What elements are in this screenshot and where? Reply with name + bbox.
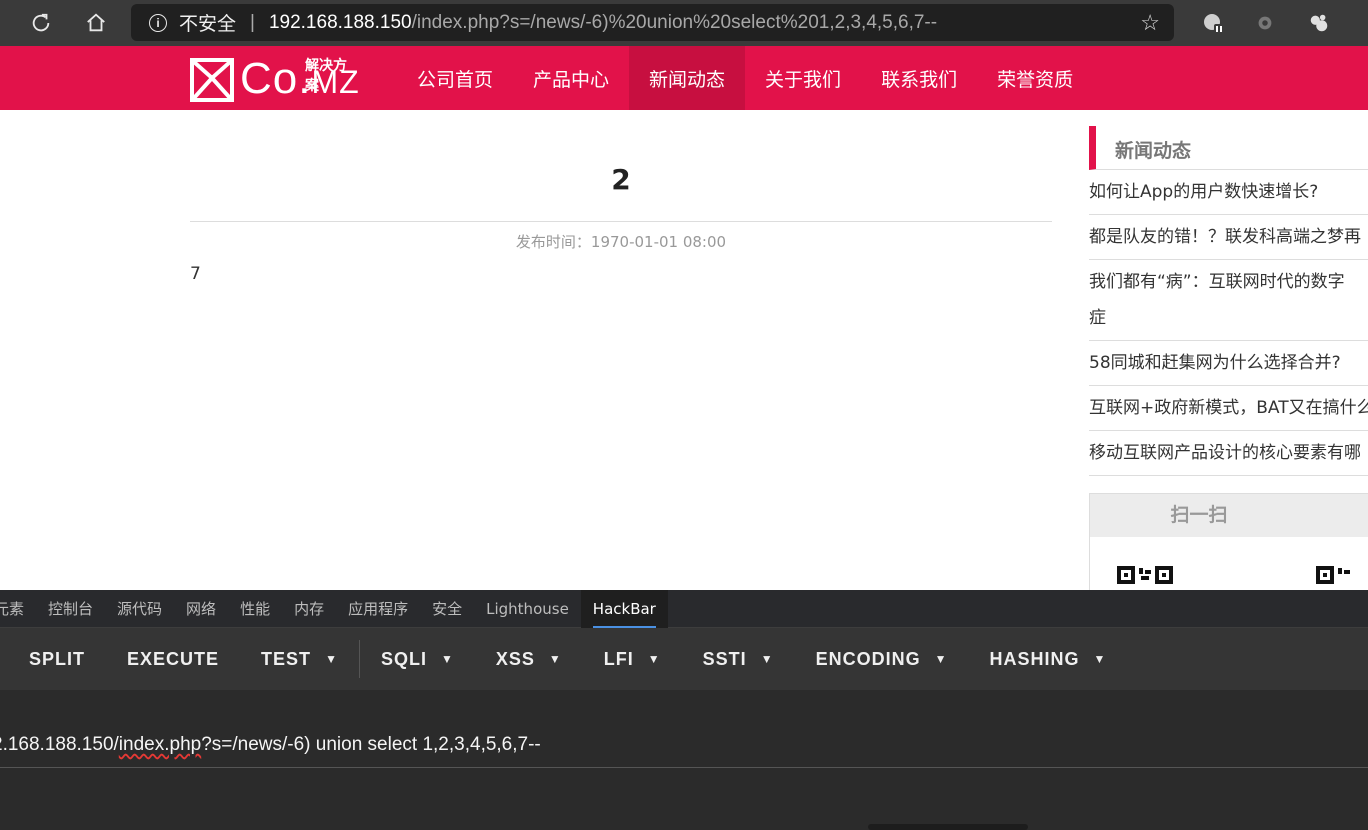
- address-bar[interactable]: i 不安全 | 192.168.188.150/index.php?s=/new…: [131, 4, 1174, 41]
- news-link[interactable]: 都是队友的错！？联发科高端之梦再: [1089, 215, 1368, 260]
- extension-bug-icon[interactable]: [1200, 10, 1226, 36]
- caret-down-icon: ▼: [325, 652, 338, 666]
- qr-code-image: [1117, 566, 1173, 590]
- tab-elements[interactable]: 元素: [0, 590, 36, 628]
- sqli-dropdown-button[interactable]: SQLI ▼: [360, 628, 475, 690]
- hackbar-toolbar: SPLIT EXECUTE TEST ▼ SQLI ▼ XSS ▼ LFI ▼ SSTI…: [0, 628, 1368, 690]
- qr-heading: 扫一扫: [1090, 494, 1368, 537]
- news-list: 如何让App的用户数快速增长? 都是队友的错！？联发科高端之梦再 我们都有“病”…: [1089, 170, 1368, 476]
- caret-down-icon: ▼: [760, 652, 774, 666]
- bookmark-star-icon[interactable]: ☆: [1140, 10, 1160, 36]
- tab-security[interactable]: 安全: [420, 590, 474, 628]
- security-label: 不安全: [179, 13, 237, 35]
- news-link[interactable]: 互联网+政府新模式，BAT又在搞什么: [1089, 386, 1368, 431]
- encoding-dropdown-button[interactable]: ENCODING ▼: [795, 628, 969, 690]
- tab-performance[interactable]: 性能: [228, 590, 282, 628]
- caret-down-icon: ▼: [1093, 652, 1107, 666]
- envelope-logo-icon: [190, 58, 234, 102]
- hackbar-url-field[interactable]: 2.168.188.150/index.php?s=/news/-6) unio…: [0, 690, 1368, 768]
- extension-cluster-icon[interactable]: [1306, 10, 1332, 36]
- caret-down-icon: ▼: [440, 652, 454, 666]
- menu-item-home[interactable]: 公司首页: [397, 46, 513, 110]
- xss-dropdown-button[interactable]: XSS ▼: [475, 628, 583, 690]
- tab-sources[interactable]: 源代码: [105, 590, 174, 628]
- test-dropdown-button[interactable]: TEST ▼: [240, 628, 359, 690]
- execute-button[interactable]: EXECUTE: [106, 628, 240, 690]
- article-body: 7: [190, 264, 201, 284]
- article-divider: [190, 221, 1052, 222]
- menu-item-news[interactable]: 新闻动态: [629, 46, 746, 110]
- devtools-panel: 元素 控制台 源代码 网络 性能 内存 应用程序 安全 Lighthouse H…: [0, 589, 1368, 830]
- tab-hackbar[interactable]: HackBar: [580, 589, 668, 628]
- tab-memory[interactable]: 内存: [282, 590, 336, 628]
- tab-network[interactable]: 网络: [174, 590, 228, 628]
- news-link-continuation[interactable]: 症: [1089, 300, 1368, 341]
- caret-down-icon: ▼: [548, 652, 562, 666]
- news-link[interactable]: 如何让App的用户数快速增长?: [1089, 170, 1368, 215]
- sidebar: 新闻动态 如何让App的用户数快速增长? 都是队友的错！？联发科高端之梦再 我们…: [1089, 126, 1368, 590]
- news-link[interactable]: 我们都有“病”：互联网时代的数字: [1089, 260, 1368, 300]
- url-host: 192.168.188.150: [268, 11, 412, 33]
- caret-down-icon: ▼: [934, 652, 948, 666]
- hackbar-url-value[interactable]: 2.168.188.150/index.php?s=/news/-6) unio…: [0, 734, 541, 756]
- horizontal-scrollbar[interactable]: [868, 824, 1028, 830]
- caret-down-icon: ▼: [647, 652, 661, 666]
- hashing-dropdown-button[interactable]: HASHING ▼: [968, 628, 1127, 690]
- browser-toolbar: i 不安全 | 192.168.188.150/index.php?s=/new…: [0, 0, 1368, 46]
- menu-item-contact[interactable]: 联系我们: [861, 46, 977, 110]
- devtools-tabs: 元素 控制台 源代码 网络 性能 内存 应用程序 安全 Lighthouse H…: [0, 589, 1368, 628]
- news-link[interactable]: 58同城和赶集网为什么选择合并?: [1089, 341, 1368, 386]
- info-icon[interactable]: i: [149, 13, 167, 32]
- qr-code-image: [1316, 566, 1368, 590]
- home-icon[interactable]: [81, 8, 111, 38]
- logo-subtitle: 解决方案: [305, 58, 347, 94]
- reload-icon[interactable]: [26, 8, 56, 38]
- tab-application[interactable]: 应用程序: [336, 590, 420, 628]
- menu-item-products[interactable]: 产品中心: [513, 46, 629, 110]
- news-link[interactable]: 移动互联网产品设计的核心要素有哪: [1089, 431, 1368, 476]
- lfi-dropdown-button[interactable]: LFI ▼: [583, 628, 682, 690]
- site-logo[interactable]: Co.MZ 解决方案: [190, 56, 360, 102]
- main-menu: 公司首页 产品中心 新闻动态 关于我们 联系我们 荣誉资质: [397, 46, 1093, 110]
- tab-lighthouse[interactable]: Lighthouse: [474, 590, 581, 628]
- site-header: Co.MZ 解决方案 公司首页 产品中心 新闻动态 关于我们 联系我们 荣誉资质: [0, 46, 1368, 110]
- tab-console[interactable]: 控制台: [36, 590, 105, 628]
- ssti-dropdown-button[interactable]: SSTI ▼: [682, 628, 795, 690]
- menu-item-about[interactable]: 关于我们: [745, 46, 861, 110]
- sidebar-heading: 新闻动态: [1089, 126, 1368, 170]
- split-button[interactable]: SPLIT: [0, 628, 106, 690]
- menu-item-honors[interactable]: 荣誉资质: [977, 46, 1093, 110]
- article-publish-time: 发布时间：1970-01-01 08:00: [515, 233, 727, 251]
- extension-gear-icon[interactable]: [1252, 10, 1278, 36]
- qr-panel: 扫一扫: [1089, 493, 1368, 590]
- address-separator: |: [250, 11, 255, 33]
- url-path: /index.php?s=/news/-6)%20union%20select%…: [411, 11, 938, 33]
- article-title: 2: [611, 163, 631, 196]
